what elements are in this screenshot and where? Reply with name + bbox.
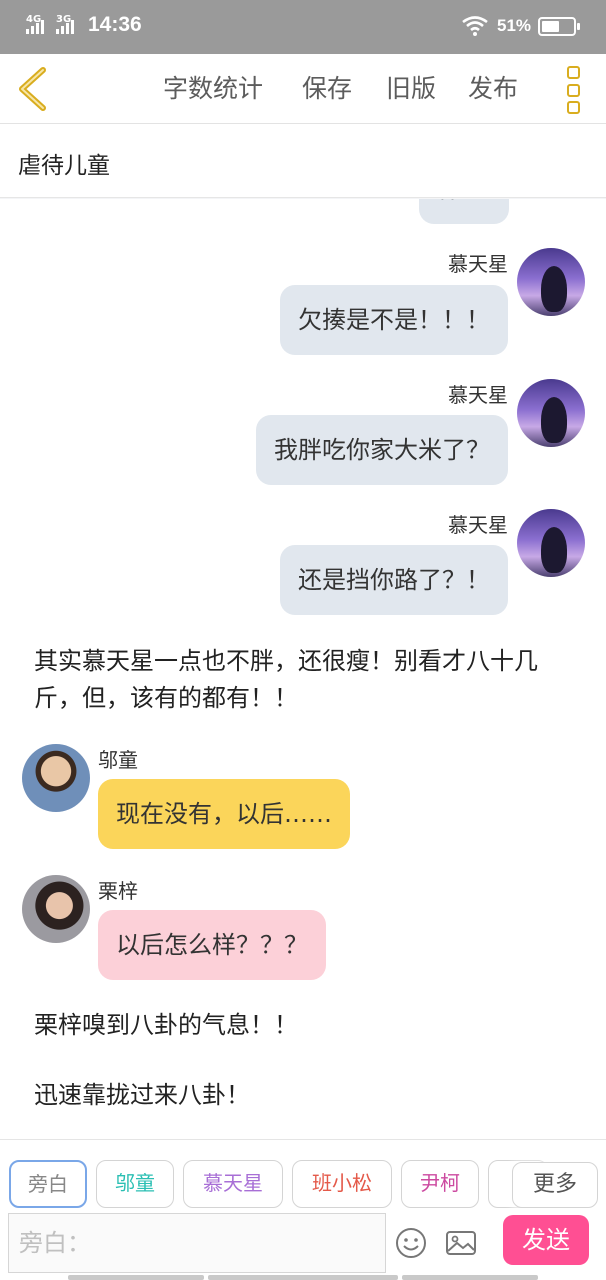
message-bubble[interactable]: 欠揍是不是！！！ [280,285,508,355]
word-count-button[interactable]: 字数统计 [163,72,263,106]
message-bubble[interactable]: 还是挡你路了？！ [280,545,508,615]
scroll-indicator [208,1275,398,1280]
message-bubble[interactable]: 什？ [419,199,509,224]
role-chip-wu-tong[interactable]: 邬童 [96,1160,174,1208]
publish-button[interactable]: 发布 [468,72,518,106]
avatar[interactable] [517,509,585,577]
message-text: 现在没有，以后…… [116,800,332,828]
speaker-name: 慕天星 [448,383,508,407]
battery-icon [538,17,580,36]
status-bar: 4G 3G 14:36 51% [0,0,606,54]
scroll-indicator [402,1275,538,1280]
speaker-name: 慕天星 [448,513,508,537]
role-chip-narration[interactable]: 旁白 [9,1160,87,1208]
avatar[interactable] [22,875,90,943]
send-button[interactable]: 发送 [503,1215,589,1265]
role-selector: 旁白 邬童 慕天星 班小松 尹柯 陈 更多 [0,1139,606,1211]
speaker-name: 慕天星 [448,252,508,276]
message-bubble[interactable]: 我胖吃你家大米了？ [256,415,508,485]
image-icon[interactable] [445,1227,477,1259]
signal-icon [26,20,44,34]
message-input[interactable] [8,1213,386,1273]
role-chip-mu-tianxing[interactable]: 慕天星 [183,1160,283,1208]
avatar[interactable] [517,248,585,316]
narration-text[interactable]: 栗梓嗅到八卦的气息！！ [34,1007,574,1044]
message-text: 什？ [437,199,485,203]
editor-toolbar: 字数统计 保存 旧版 发布 [0,54,606,124]
battery-percent: 51% [497,16,532,35]
more-roles-button[interactable]: 更多 [512,1162,598,1208]
speaker-name: 栗梓 [98,879,138,903]
story-title[interactable]: 虐待儿童 [18,146,110,180]
avatar[interactable] [517,379,585,447]
message-bubble[interactable]: 现在没有，以后…… [98,779,350,849]
signal-icon [56,20,74,34]
more-vertical-icon[interactable] [560,66,586,114]
avatar[interactable] [22,744,90,812]
chevron-left-icon[interactable] [12,66,56,112]
input-bar: 发送 [0,1211,606,1280]
message-text: 欠揍是不是！！！ [298,306,490,334]
scroll-indicator [68,1275,204,1280]
save-button[interactable]: 保存 [302,72,352,106]
wifi-icon [462,16,488,36]
speaker-name: 邬童 [98,748,138,772]
message-text: 还是挡你路了？！ [298,566,490,594]
story-title-bar: 虐待儿童 [0,124,606,198]
message-text: 我胖吃你家大米了？ [274,436,490,464]
message-bubble[interactable]: 以后怎么样？？？ [98,910,326,980]
smiley-icon[interactable] [395,1227,427,1259]
message-text: 以后怎么样？？？ [116,931,308,959]
narration-text[interactable]: 其实慕天星一点也不胖，还很瘦！别看才八十几斤，但，该有的都有！！ [34,643,574,717]
chat-area[interactable]: 什？ 慕天星 欠揍是不是！！！ 慕天星 我胖吃你家大米了？ 慕天星 还是挡你路了… [0,199,606,1139]
old-version-button[interactable]: 旧版 [386,72,436,106]
role-chip-ban-xiaosong[interactable]: 班小松 [292,1160,392,1208]
role-chip-yin-ke[interactable]: 尹柯 [401,1160,479,1208]
narration-text[interactable]: 迅速靠拢过来八卦！ [34,1077,574,1114]
clock: 14:36 [88,13,142,36]
